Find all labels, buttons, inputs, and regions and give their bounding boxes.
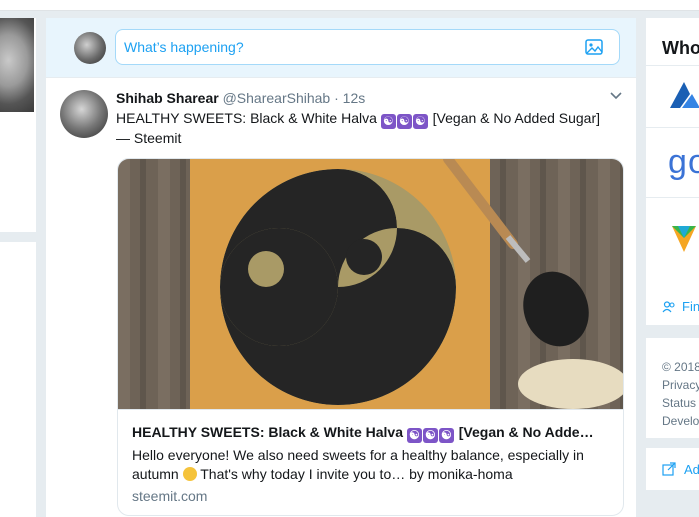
- external-link-icon[interactable]: [662, 462, 676, 476]
- tweet-author-name[interactable]: Shihab Sharear: [116, 90, 219, 106]
- compose-box: What’s happening?: [46, 18, 636, 78]
- status-link[interactable]: Status: [662, 396, 696, 410]
- chevron-down-icon[interactable]: [610, 92, 622, 100]
- user-avatar[interactable]: [74, 32, 106, 64]
- suggestion-logo-icon: o: [688, 143, 699, 181]
- tweet-header: Shihab Sharear @SharearShihab · 12s: [116, 90, 365, 106]
- footer-links-card: © 2018 Privacy Status Develo: [646, 338, 699, 438]
- yin-yang-emoji: ☯: [380, 114, 396, 129]
- tweet-separator: ·: [334, 90, 339, 106]
- yin-yang-emoji: ☯: [406, 428, 422, 443]
- ads-info-card: Ad: [646, 448, 699, 490]
- tweet-text: HEALTHY SWEETS: Black & White Halva ☯ ☯ ☯ …: [116, 109, 616, 148]
- advertise-link[interactable]: Ad: [684, 462, 699, 477]
- yin-yang-emoji: ☯: [422, 428, 438, 443]
- timeline: What’s happening? Shihab Sharear @Sharea…: [46, 18, 636, 517]
- compose-input[interactable]: What’s happening?: [115, 29, 620, 65]
- yin-yang-emoji: ☯: [396, 114, 412, 129]
- find-people-link[interactable]: Fin: [682, 299, 699, 314]
- developers-link[interactable]: Develo: [662, 414, 699, 428]
- tweet[interactable]: Shihab Sharear @SharearShihab · 12s HEAL…: [46, 78, 636, 517]
- suggestion-logo-icon: g: [668, 143, 687, 181]
- tweet-author-avatar[interactable]: [60, 90, 108, 138]
- compose-placeholder[interactable]: What’s happening?: [124, 39, 244, 55]
- link-preview-description: Hello everyone! We also need sweets for …: [132, 446, 602, 484]
- yin-yang-emoji: ☯: [412, 114, 428, 129]
- link-preview-text: HEALTHY SWEETS: Black & White Halva ☯ ☯ ☯ …: [118, 409, 623, 515]
- profile-avatar[interactable]: [0, 18, 34, 112]
- link-preview-desc-suffix: That's why today I invite you to… by mon…: [200, 466, 513, 482]
- suggestion-item[interactable]: [646, 65, 699, 128]
- tweet-text-title: HEALTHY SWEETS: Black & White Halva: [116, 110, 377, 126]
- suggestion-logo-icon: [670, 82, 699, 108]
- winking-face-emoji: [182, 467, 197, 481]
- suggestion-item[interactable]: g o: [646, 127, 699, 198]
- tweet-author-handle[interactable]: @SharearShihab: [223, 90, 331, 106]
- trends-card: [0, 242, 36, 517]
- who-to-follow-title: Who: [662, 38, 699, 58]
- photo-icon[interactable]: [585, 39, 603, 55]
- copyright-text: © 2018: [662, 360, 699, 374]
- who-to-follow-card: Who g o Fin: [646, 18, 699, 325]
- tweet-timestamp[interactable]: 12s: [343, 90, 366, 106]
- top-navigation-bar: [0, 0, 699, 11]
- link-preview-card[interactable]: HEALTHY SWEETS: Black & White Halva ☯ ☯ ☯ …: [117, 158, 624, 516]
- link-preview-title-text: HEALTHY SWEETS: Black & White Halva: [132, 424, 403, 440]
- yin-yang-emoji: ☯: [438, 428, 454, 443]
- link-preview-title-suffix: [Vegan & No Adde…: [458, 424, 594, 440]
- suggestion-item[interactable]: [646, 197, 699, 280]
- halva-photo[interactable]: [118, 159, 623, 409]
- privacy-link[interactable]: Privacy: [662, 378, 699, 392]
- link-preview-domain: steemit.com: [132, 488, 208, 504]
- people-icon[interactable]: [662, 301, 676, 313]
- suggestion-logo-icon: [672, 226, 696, 252]
- profile-card: [0, 18, 36, 232]
- link-preview-title: HEALTHY SWEETS: Black & White Halva ☯ ☯ ☯ …: [132, 424, 610, 443]
